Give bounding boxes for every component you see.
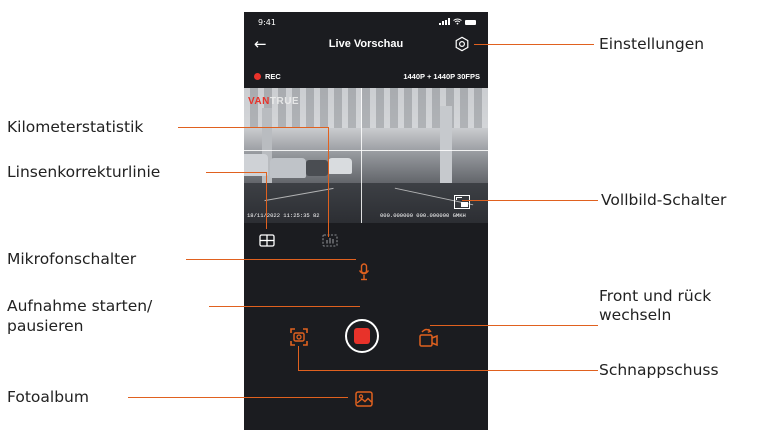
callout-line-switch bbox=[430, 325, 598, 326]
microphone-icon[interactable] bbox=[358, 263, 370, 281]
battery-icon bbox=[465, 20, 476, 25]
callout-line-snapshot bbox=[298, 346, 299, 370]
callout-line-mileage bbox=[178, 127, 328, 128]
rec-dot bbox=[254, 73, 261, 80]
lens-correction-horizontal bbox=[244, 150, 488, 151]
label-album: Fotoalbum bbox=[7, 388, 89, 406]
label-lens-line: Linsenkorrekturlinie bbox=[7, 163, 161, 181]
rec-label: REC bbox=[265, 72, 281, 81]
callout-line-snapshot bbox=[298, 370, 598, 371]
status-bar: 9:41 bbox=[244, 12, 488, 34]
label-record-line1: Aufnahme starten/ bbox=[7, 297, 153, 315]
callout-line-mic bbox=[186, 259, 356, 260]
grid-icon[interactable] bbox=[259, 234, 275, 247]
osd-timestamp: 18/11/2022 11:25:35 82 bbox=[247, 212, 320, 219]
signal-icon bbox=[439, 18, 450, 25]
label-settings: Einstellungen bbox=[599, 35, 705, 53]
parked-car bbox=[270, 158, 306, 178]
label-fullscreen: Vollbild-Schalter bbox=[601, 191, 727, 209]
callout-line-settings bbox=[474, 44, 594, 45]
callout-line-album bbox=[128, 397, 348, 398]
osd-coordinates: 000.000000 000.000000 GMKH bbox=[380, 212, 466, 219]
camera-frame-icon[interactable] bbox=[290, 328, 308, 346]
nav-bar: ← Live Vorschau bbox=[244, 34, 488, 58]
status-time: 9:41 bbox=[258, 18, 276, 27]
gear-icon[interactable] bbox=[454, 36, 470, 52]
fullscreen-icon[interactable] bbox=[454, 195, 470, 209]
page-title: Live Vorschau bbox=[328, 38, 404, 50]
callout-line-mileage bbox=[328, 127, 329, 237]
callout-line-lens bbox=[206, 172, 266, 173]
callout-line-record bbox=[209, 306, 360, 307]
parked-car bbox=[306, 160, 328, 176]
label-snapshot: Schnappschuss bbox=[599, 361, 719, 379]
garage-pillar bbox=[440, 106, 452, 188]
status-icons bbox=[439, 18, 476, 25]
label-record-line2: pausieren bbox=[7, 317, 84, 335]
image-icon[interactable] bbox=[355, 391, 373, 407]
phone-screen: 9:41 ← Live Vorschau REC 1440P + 1440P 3… bbox=[244, 12, 488, 430]
brand-watermark: VANTRUE bbox=[248, 96, 300, 107]
wifi-icon bbox=[453, 18, 462, 25]
callout-line-lens bbox=[266, 172, 267, 229]
chart-icon[interactable] bbox=[322, 234, 338, 247]
camera-switch-icon[interactable] bbox=[418, 326, 438, 348]
label-mic: Mikrofonschalter bbox=[7, 250, 137, 268]
label-switch-line2: wechseln bbox=[599, 306, 672, 324]
callout-line-fullscreen bbox=[462, 200, 598, 201]
label-switch-line1: Front und rück bbox=[599, 287, 712, 305]
record-stop-icon bbox=[354, 328, 370, 344]
parked-car bbox=[328, 158, 352, 174]
record-button[interactable] bbox=[345, 319, 379, 353]
live-preview[interactable]: VANTRUE 18/11/2022 11:25:35 82 000.00000… bbox=[244, 88, 488, 223]
lens-correction-vertical bbox=[361, 88, 362, 223]
label-mileage: Kilometerstatistik bbox=[7, 118, 144, 136]
resolution-label: 1440P + 1440P 30FPS bbox=[403, 72, 480, 81]
recording-indicator: REC bbox=[254, 72, 281, 81]
